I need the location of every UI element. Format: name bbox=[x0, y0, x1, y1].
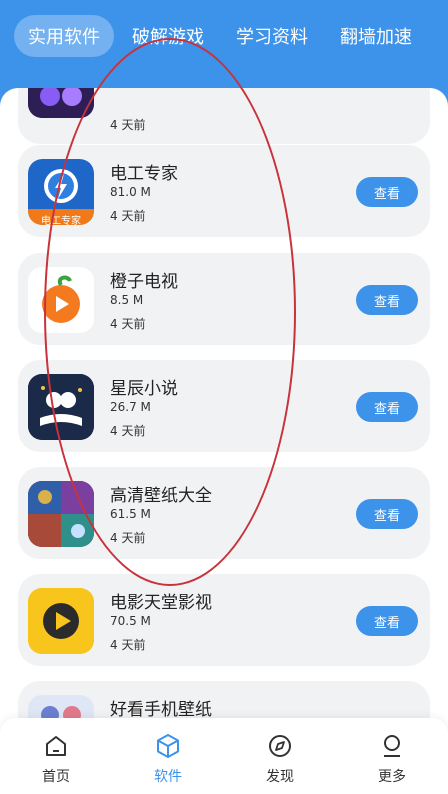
partial-app-icon bbox=[28, 88, 94, 118]
view-button[interactable]: 查看 bbox=[356, 177, 418, 207]
app-time: 4 天前 bbox=[110, 209, 146, 223]
app-time: 4 天前 bbox=[110, 118, 146, 132]
category-tabs: 实用软件 破解游戏 学习资料 翻墙加速 bbox=[0, 14, 448, 58]
icon-label: 电工专家 bbox=[41, 216, 81, 227]
movie-icon bbox=[28, 588, 94, 654]
orange-tv-icon bbox=[28, 267, 94, 333]
app-size: 26.7 M bbox=[110, 400, 151, 414]
view-button[interactable]: 查看 bbox=[356, 285, 418, 315]
tab-study-materials[interactable]: 学习资料 bbox=[222, 15, 322, 57]
app-name: 星辰小说 bbox=[110, 379, 178, 399]
list-item[interactable]: 星辰小说 26.7 M 4 天前 查看 bbox=[18, 360, 430, 452]
compass-icon bbox=[269, 735, 291, 757]
nav-discover[interactable]: 发现 bbox=[224, 718, 336, 794]
app-size: 70.5 M bbox=[110, 614, 151, 628]
app-name: 电工专家 bbox=[110, 164, 178, 184]
nav-label: 更多 bbox=[378, 769, 406, 785]
view-button[interactable]: 查看 bbox=[356, 499, 418, 529]
app-name: 好看手机壁纸 bbox=[110, 700, 212, 720]
view-button[interactable]: 查看 bbox=[356, 392, 418, 422]
nav-label: 首页 bbox=[42, 769, 70, 785]
app-list: 4 天前 电工专家 电工专家 81.0 M 4 天前 查看 橙子电视 8.5 M… bbox=[0, 88, 448, 794]
list-item[interactable]: 电工专家 电工专家 81.0 M 4 天前 查看 bbox=[18, 145, 430, 237]
cube-icon bbox=[157, 734, 179, 758]
app-time: 4 天前 bbox=[110, 317, 146, 331]
list-item[interactable]: 橙子电视 8.5 M 4 天前 查看 bbox=[18, 253, 430, 345]
wallpaper-icon bbox=[28, 481, 94, 547]
user-icon bbox=[384, 735, 400, 757]
list-item[interactable]: 4 天前 bbox=[18, 88, 430, 144]
nav-home[interactable]: 首页 bbox=[0, 718, 112, 794]
nav-more[interactable]: 更多 bbox=[336, 718, 448, 794]
list-item[interactable]: 高清壁纸大全 61.5 M 4 天前 查看 bbox=[18, 467, 430, 559]
app-time: 4 天前 bbox=[110, 424, 146, 438]
nav-software[interactable]: 软件 bbox=[112, 718, 224, 794]
tab-vpn-accelerator[interactable]: 翻墙加速 bbox=[326, 15, 426, 57]
app-size: 8.5 M bbox=[110, 293, 144, 307]
app-name: 高清壁纸大全 bbox=[110, 486, 212, 506]
app-size: 81.0 M bbox=[110, 185, 151, 199]
app-name: 橙子电视 bbox=[110, 272, 178, 292]
home-icon bbox=[46, 736, 66, 756]
tab-cracked-games[interactable]: 破解游戏 bbox=[118, 15, 218, 57]
bottom-navigation: 首页 软件 发现 更多 bbox=[0, 718, 448, 794]
nav-label: 发现 bbox=[266, 769, 294, 785]
list-item[interactable]: 电影天堂影视 70.5 M 4 天前 查看 bbox=[18, 574, 430, 666]
app-time: 4 天前 bbox=[110, 638, 146, 652]
nav-label: 软件 bbox=[154, 769, 182, 785]
tab-practical-software[interactable]: 实用软件 bbox=[14, 15, 114, 57]
app-name: 电影天堂影视 bbox=[110, 593, 212, 613]
app-size: 61.5 M bbox=[110, 507, 151, 521]
view-button[interactable]: 查看 bbox=[356, 606, 418, 636]
novel-icon bbox=[28, 374, 94, 440]
app-time: 4 天前 bbox=[110, 531, 146, 545]
